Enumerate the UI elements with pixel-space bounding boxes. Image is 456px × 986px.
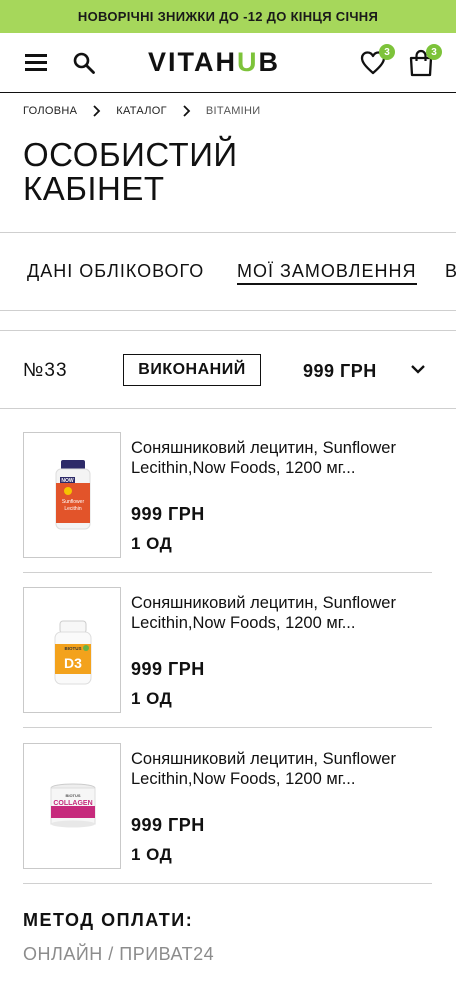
cart-count-badge: 3 <box>426 44 442 60</box>
breadcrumb-vitamins[interactable]: ВІТАМІНИ <box>206 105 261 117</box>
tab-my-orders[interactable]: МОЇ ЗАМОВЛЕННЯ <box>237 261 417 285</box>
menu-icon[interactable] <box>25 54 47 71</box>
product-qty: 1 ОД <box>131 689 173 708</box>
breadcrumb-catalog[interactable]: КАТАЛОГ <box>116 105 167 117</box>
breadcrumb: ГОЛОВНА КАТАЛОГ ВІТАМІНИ <box>23 103 260 119</box>
biotus-brand-text: BIOTUS <box>64 646 81 651</box>
account-tabs: ДАНІ ОБЛІКОВОГО МОЇ ЗАМОВЛЕННЯ В <box>0 233 456 311</box>
order-number: №33 <box>23 360 68 381</box>
product-price: 999 ГРН <box>131 504 205 524</box>
d3-text: D3 <box>64 655 82 671</box>
payment-method-value: ОНЛАЙН / ПРИВАТ24 <box>23 944 215 964</box>
collagen-text: COLLAGEN <box>53 800 92 807</box>
search-icon[interactable] <box>72 51 96 75</box>
divider <box>23 883 432 884</box>
tab-account-data[interactable]: ДАНІ ОБЛІКОВОГО <box>27 261 204 282</box>
chevron-right-icon <box>183 105 191 117</box>
product-qty: 1 ОД <box>131 534 173 553</box>
divider <box>23 727 432 728</box>
breadcrumb-home[interactable]: ГОЛОВНА <box>23 105 77 117</box>
order-status-badge: ВИКОНАНИЙ <box>123 354 261 386</box>
tab-next[interactable]: В <box>445 261 456 282</box>
product-image[interactable]: BIOTUS D3 <box>23 587 121 713</box>
now-brand-text: NOW <box>61 478 74 484</box>
product-qty: 1 ОД <box>131 845 173 864</box>
promo-banner[interactable]: НОВОРІЧНІ ЗНИЖКИ ДО -12 ДО КІНЦЯ СІЧНЯ <box>0 0 456 33</box>
divider <box>0 408 456 409</box>
product-price: 999 ГРН <box>131 815 205 835</box>
order-item: NOW Sunflower Lecithin Соняшниковий леци… <box>0 432 456 587</box>
label-line-1: Sunflower <box>62 499 85 505</box>
divider <box>23 572 432 573</box>
product-image[interactable]: BIOTUS COLLAGEN <box>23 743 121 869</box>
site-logo[interactable]: VITAHUB <box>148 47 280 77</box>
product-name[interactable]: Соняшниковий лецитин, Sunflower Lecithin… <box>131 749 431 789</box>
collagen-brand-text: BIOTUS <box>65 793 80 798</box>
chevron-down-icon[interactable] <box>410 363 426 375</box>
logo-text: VITAHUB <box>148 46 280 77</box>
product-image[interactable]: NOW Sunflower Lecithin <box>23 432 121 558</box>
label-line-2: Lecithin <box>64 506 81 512</box>
payment-method-label: МЕТОД ОПЛАТИ: <box>23 910 194 930</box>
order-item: BIOTUS D3 Соняшниковий лецитин, Sunflowe… <box>0 587 456 742</box>
order-item: BIOTUS COLLAGEN Соняшниковий лецитин, Su… <box>0 743 456 898</box>
divider <box>0 310 456 311</box>
product-name[interactable]: Соняшниковий лецитин, Sunflower Lecithin… <box>131 593 431 633</box>
order-header[interactable]: №33 ВИКОНАНИЙ 999 ГРН <box>0 331 456 409</box>
wishlist-count-badge: 3 <box>379 44 395 60</box>
page-title: ОСОБИСТИЙ КАБІНЕТ <box>23 136 238 207</box>
product-price: 999 ГРН <box>131 659 205 679</box>
site-header: VITAHUB 3 3 <box>0 33 456 93</box>
order-total: 999 ГРН <box>303 361 377 381</box>
product-name[interactable]: Соняшниковий лецитин, Sunflower Lecithin… <box>131 438 431 478</box>
chevron-right-icon <box>93 105 101 117</box>
